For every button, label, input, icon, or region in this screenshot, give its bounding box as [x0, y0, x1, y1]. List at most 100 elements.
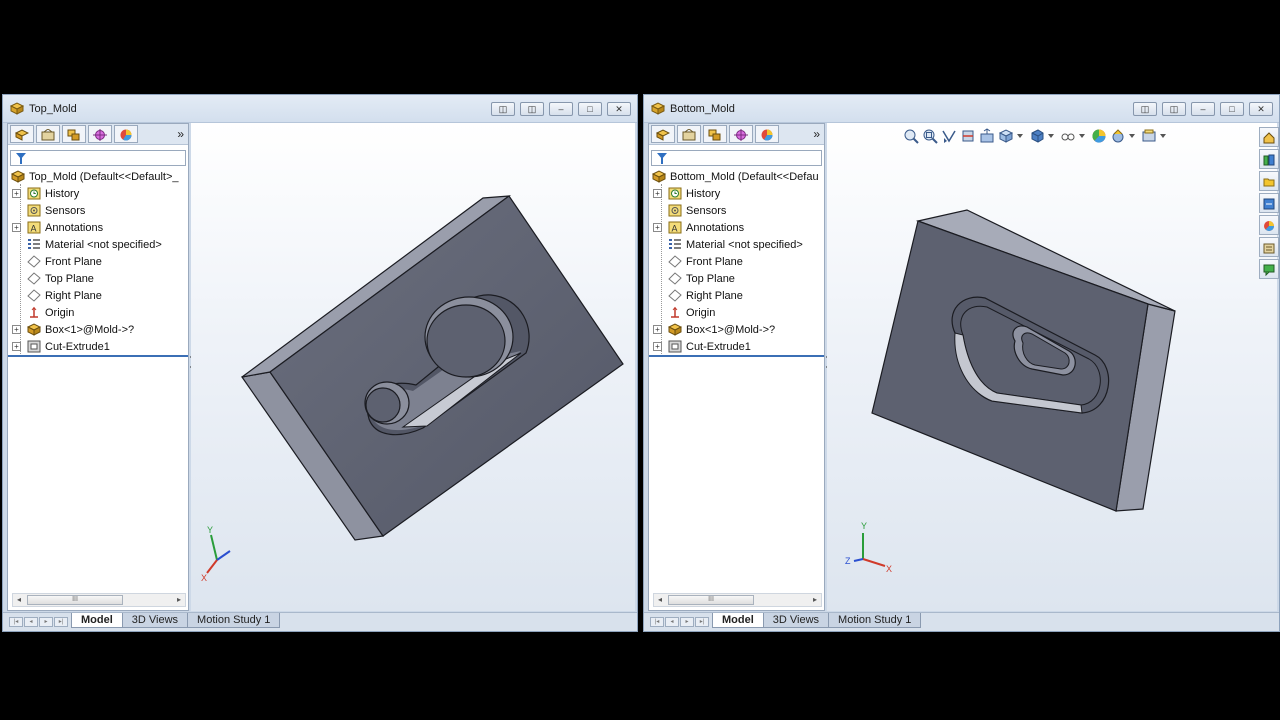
view-settings-icon[interactable]	[1141, 128, 1157, 144]
dynamic-annotation-icon[interactable]	[979, 128, 995, 144]
tile-left-button[interactable]: ◫	[491, 102, 515, 116]
file-explorer-tab[interactable]	[1259, 171, 1279, 191]
tree-item-origin[interactable]: Origin	[8, 304, 188, 321]
prev-tab-arrow-icon[interactable]: ◂	[24, 617, 38, 627]
scroll-right-arrow-icon[interactable]: ▸	[173, 594, 185, 606]
tree-item-annotations[interactable]: + A Annotations	[649, 219, 824, 236]
tile-right-button[interactable]: ◫	[520, 102, 544, 116]
tree-item-annotations[interactable]: + A Annotations	[8, 219, 188, 236]
display-manager-tab[interactable]	[114, 125, 138, 143]
display-style-dropdown-icon[interactable]	[1048, 134, 1054, 138]
dimxpert-manager-tab[interactable]	[729, 125, 753, 143]
feature-manager-tab[interactable]	[651, 125, 675, 143]
property-manager-tab[interactable]	[677, 125, 701, 143]
hide-show-items-icon[interactable]	[1060, 128, 1076, 144]
expand-toggle[interactable]: +	[653, 189, 662, 198]
property-manager-tab[interactable]	[36, 125, 60, 143]
tree-item-material[interactable]: Material <not specified>	[649, 236, 824, 253]
tree-root-part[interactable]: Top_Mold (Default<<Default>_	[8, 168, 188, 185]
tree-item-material[interactable]: Material <not specified>	[8, 236, 188, 253]
solidworks-forum-tab[interactable]	[1259, 259, 1279, 279]
close-button[interactable]: ✕	[1249, 102, 1273, 116]
solidworks-resources-tab[interactable]	[1259, 127, 1279, 147]
tree-horizontal-scrollbar[interactable]: ◂ III ▸	[12, 593, 186, 607]
previous-view-icon[interactable]	[941, 128, 957, 144]
prev-tab-arrow-icon[interactable]: ◂	[665, 617, 679, 627]
section-view-icon[interactable]	[960, 128, 976, 144]
configuration-manager-tab[interactable]	[703, 125, 727, 143]
edit-appearance-icon[interactable]	[1091, 128, 1107, 144]
view-settings-dropdown-icon[interactable]	[1160, 134, 1166, 138]
tree-item-cut-extrude[interactable]: + Cut-Extrude1	[649, 338, 824, 355]
tab-3d-views[interactable]: 3D Views	[762, 613, 830, 628]
tree-item-sensors[interactable]: Sensors	[649, 202, 824, 219]
last-tab-arrow-icon[interactable]: ▸|	[695, 617, 709, 627]
next-tab-arrow-icon[interactable]: ▸	[680, 617, 694, 627]
display-style-icon[interactable]	[1029, 128, 1045, 144]
tree-item-top-plane[interactable]: Top Plane	[649, 270, 824, 287]
more-tabs-chevron-icon[interactable]: »	[813, 127, 820, 141]
tab-model[interactable]: Model	[71, 613, 123, 628]
tree-item-front-plane[interactable]: Front Plane	[8, 253, 188, 270]
tree-item-history[interactable]: + History	[8, 185, 188, 202]
first-tab-arrow-icon[interactable]: |◂	[9, 617, 23, 627]
apply-scene-dropdown-icon[interactable]	[1129, 134, 1135, 138]
scroll-thumb[interactable]: III	[668, 595, 754, 605]
expand-toggle[interactable]: +	[12, 342, 21, 351]
tree-horizontal-scrollbar[interactable]: ◂ III ▸	[653, 593, 822, 607]
feature-manager-tab[interactable]	[10, 125, 34, 143]
minimize-button[interactable]: –	[1191, 102, 1215, 116]
scroll-right-arrow-icon[interactable]: ▸	[809, 594, 821, 606]
tab-motion-study[interactable]: Motion Study 1	[828, 613, 922, 628]
graphics-area[interactable]: Y X	[191, 123, 635, 611]
scroll-left-arrow-icon[interactable]: ◂	[654, 594, 666, 606]
tile-right-button[interactable]: ◫	[1162, 102, 1186, 116]
view-palette-tab[interactable]	[1259, 193, 1279, 213]
tree-item-sensors[interactable]: Sensors	[8, 202, 188, 219]
tree-item-right-plane[interactable]: Right Plane	[649, 287, 824, 304]
expand-toggle[interactable]: +	[653, 223, 662, 232]
appearances-tab[interactable]	[1259, 215, 1279, 235]
close-button[interactable]: ✕	[607, 102, 631, 116]
expand-toggle[interactable]: +	[12, 189, 21, 198]
dimxpert-manager-tab[interactable]	[88, 125, 112, 143]
title-bar[interactable]: Top_Mold ◫ ◫ – □ ✕	[3, 95, 637, 123]
expand-toggle[interactable]: +	[12, 223, 21, 232]
rollback-bar[interactable]	[649, 355, 824, 357]
first-tab-arrow-icon[interactable]: |◂	[650, 617, 664, 627]
more-tabs-chevron-icon[interactable]: »	[177, 127, 184, 141]
scroll-left-arrow-icon[interactable]: ◂	[13, 594, 25, 606]
last-tab-arrow-icon[interactable]: ▸|	[54, 617, 68, 627]
expand-toggle[interactable]: +	[12, 325, 21, 334]
tab-model[interactable]: Model	[712, 613, 764, 628]
tree-item-cut-extrude[interactable]: + Cut-Extrude1	[8, 338, 188, 355]
maximize-button[interactable]: □	[578, 102, 602, 116]
tab-motion-study[interactable]: Motion Study 1	[187, 613, 281, 628]
next-tab-arrow-icon[interactable]: ▸	[39, 617, 53, 627]
tree-item-box[interactable]: + Box<1>@Mold->?	[8, 321, 188, 338]
view-orientation-icon[interactable]	[998, 128, 1014, 144]
tree-item-right-plane[interactable]: Right Plane	[8, 287, 188, 304]
tree-item-box[interactable]: + Box<1>@Mold->?	[649, 321, 824, 338]
tree-item-top-plane[interactable]: Top Plane	[8, 270, 188, 287]
maximize-button[interactable]: □	[1220, 102, 1244, 116]
display-manager-tab[interactable]	[755, 125, 779, 143]
hide-show-dropdown-icon[interactable]	[1079, 134, 1085, 138]
title-bar[interactable]: Bottom_Mold ◫ ◫ – □ ✕	[644, 95, 1279, 123]
minimize-button[interactable]: –	[549, 102, 573, 116]
tree-filter-input[interactable]	[10, 150, 186, 166]
rollback-bar[interactable]	[8, 355, 188, 357]
zoom-to-area-icon[interactable]	[922, 128, 938, 144]
apply-scene-icon[interactable]	[1110, 128, 1126, 144]
tree-item-front-plane[interactable]: Front Plane	[649, 253, 824, 270]
graphics-area[interactable]: Y X Z	[827, 123, 1277, 611]
tree-item-origin[interactable]: Origin	[649, 304, 824, 321]
expand-toggle[interactable]: +	[653, 342, 662, 351]
zoom-to-fit-icon[interactable]	[903, 128, 919, 144]
design-library-tab[interactable]	[1259, 149, 1279, 169]
tab-3d-views[interactable]: 3D Views	[121, 613, 189, 628]
tree-item-history[interactable]: + History	[649, 185, 824, 202]
configuration-manager-tab[interactable]	[62, 125, 86, 143]
custom-properties-tab[interactable]	[1259, 237, 1279, 257]
scroll-thumb[interactable]: III	[27, 595, 123, 605]
